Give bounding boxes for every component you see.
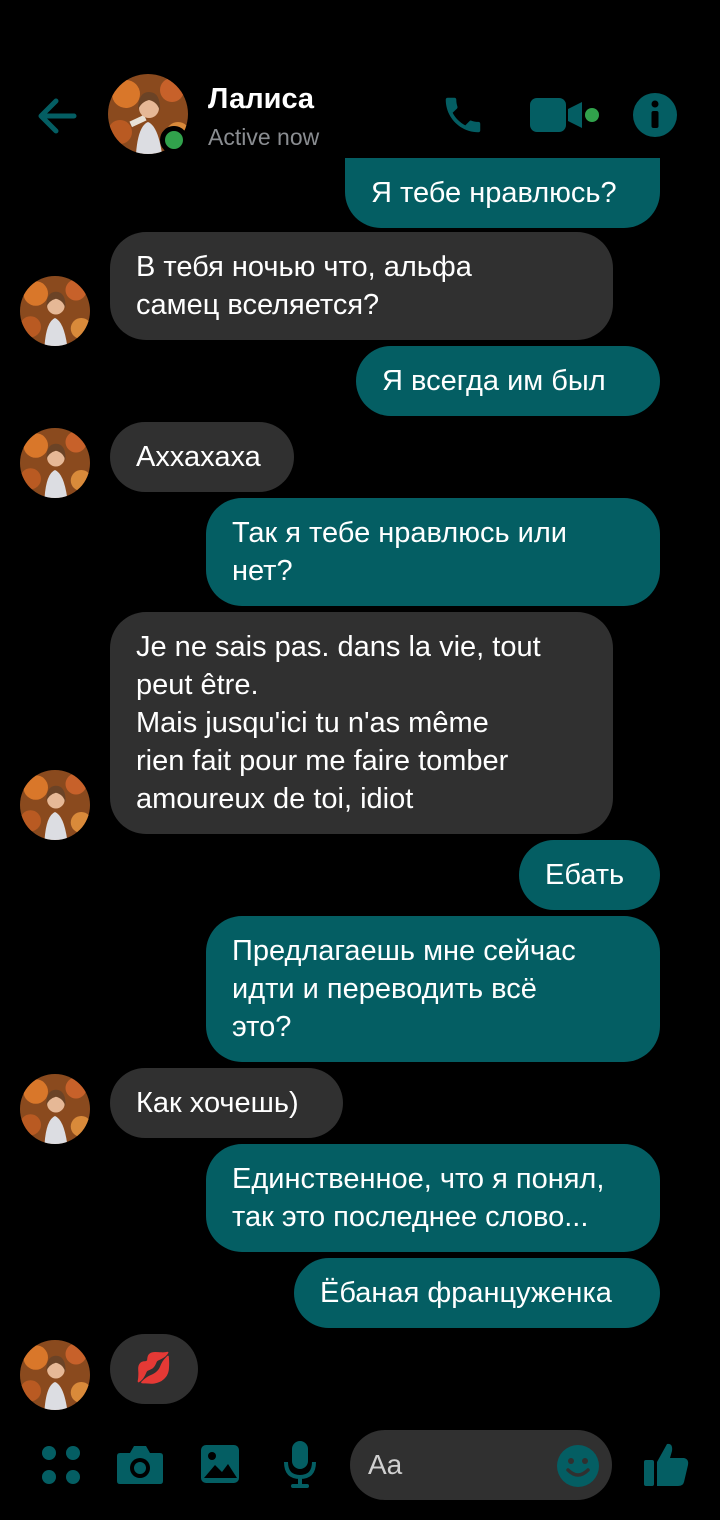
info-icon[interactable] xyxy=(632,92,678,138)
message-bubble-incoming[interactable]: 💋 xyxy=(110,1334,198,1404)
message-input[interactable] xyxy=(368,1444,548,1486)
camera-icon[interactable] xyxy=(116,1443,164,1485)
message-bubble-outgoing[interactable]: Так я тебе нравлюсь или нет? xyxy=(206,498,660,606)
emoji-icon[interactable] xyxy=(556,1444,600,1488)
message-bubble-outgoing[interactable]: Единственное, что я понял, так это после… xyxy=(206,1144,660,1252)
message-bubble-outgoing[interactable]: Я тебе нравлюсь? xyxy=(345,158,660,228)
online-indicator xyxy=(160,126,188,154)
grid-dots-icon[interactable] xyxy=(40,1444,82,1486)
image-icon[interactable] xyxy=(200,1444,240,1484)
contact-avatar-small[interactable] xyxy=(20,770,90,840)
contact-status: Active now xyxy=(208,124,320,150)
message-bubble-incoming[interactable]: Je ne sais pas. dans la vie, tout peut ê… xyxy=(110,612,613,834)
message-bubble-incoming[interactable]: Аххахаха xyxy=(110,422,294,492)
contact-avatar-small[interactable] xyxy=(20,1074,90,1144)
message-bubble-outgoing[interactable]: Предлагаешь мне сейчас идти и переводить… xyxy=(206,916,660,1062)
thumbs-up-icon[interactable] xyxy=(642,1440,690,1488)
contact-avatar-small[interactable] xyxy=(20,1340,90,1410)
message-bubble-outgoing[interactable]: Я всегда им был xyxy=(356,346,660,416)
message-bubble-incoming[interactable]: В тебя ночью что, альфа самец вселяется? xyxy=(110,232,613,340)
video-camera-icon[interactable] xyxy=(528,96,602,134)
message-bubble-incoming[interactable]: Как хочешь) xyxy=(110,1068,343,1138)
message-bubble-outgoing[interactable]: Ёбаная француженка xyxy=(294,1258,660,1328)
chat-header: Лалиса Active now xyxy=(0,0,720,170)
microphone-icon[interactable] xyxy=(282,1440,318,1488)
arrow-left-icon[interactable] xyxy=(30,88,86,144)
phone-icon[interactable] xyxy=(440,92,486,138)
contact-name: Лалиса xyxy=(208,83,315,115)
message-bubble-outgoing[interactable]: Ебать xyxy=(519,840,660,910)
contact-avatar-small[interactable] xyxy=(20,276,90,346)
contact-avatar-small[interactable] xyxy=(20,428,90,498)
